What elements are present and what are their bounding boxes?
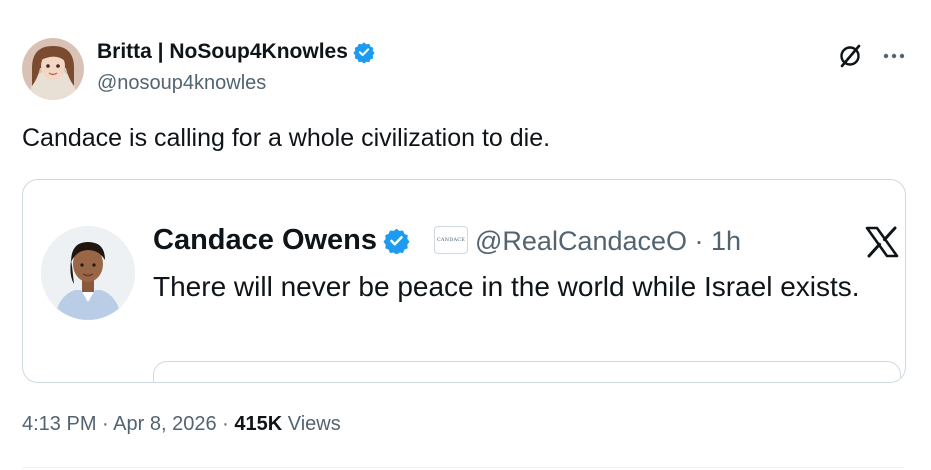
author-handle[interactable]: @nosoup4knowles xyxy=(97,72,266,95)
verified-badge-icon xyxy=(353,41,375,63)
more-options-icon[interactable] xyxy=(880,42,908,70)
tweet-meta: 4:13 PM · Apr 8, 2026 · 415K Views xyxy=(22,413,341,436)
screenshot-avatar xyxy=(41,226,135,320)
screenshot-author-name: Candace Owens xyxy=(153,224,410,257)
author-display-name[interactable]: Britta | NoSoup4Knowles xyxy=(97,40,375,64)
screenshot-verified-badge-icon xyxy=(383,227,410,254)
tweet-text: Candace is calling for a whole civilizat… xyxy=(22,124,551,152)
tweet-timestamp[interactable]: 4:13 PM · Apr 8, 2026 · xyxy=(22,413,234,435)
views-label: Views xyxy=(282,413,341,435)
attached-screenshot-image[interactable]: Candace Owens CANDACE @RealCandaceO · 1h… xyxy=(22,179,906,383)
author-display-name-text: Britta | NoSoup4Knowles xyxy=(97,40,348,63)
screenshot-tweet-text: There will never be peace in the world w… xyxy=(153,271,860,302)
divider xyxy=(22,467,904,468)
screenshot-affiliate-badge: CANDACE xyxy=(434,226,468,254)
views-count: 415K xyxy=(234,413,283,435)
author-avatar[interactable] xyxy=(22,38,84,100)
screenshot-inner-card xyxy=(153,361,901,382)
screenshot-handle-time: @RealCandaceO · 1h xyxy=(475,226,742,256)
x-logo-icon xyxy=(865,226,899,258)
grok-icon[interactable] xyxy=(836,42,864,70)
tweet: Britta | NoSoup4Knowles @nosoup4knowles … xyxy=(0,0,931,470)
screenshot-author-name-text: Candace Owens xyxy=(153,224,378,256)
